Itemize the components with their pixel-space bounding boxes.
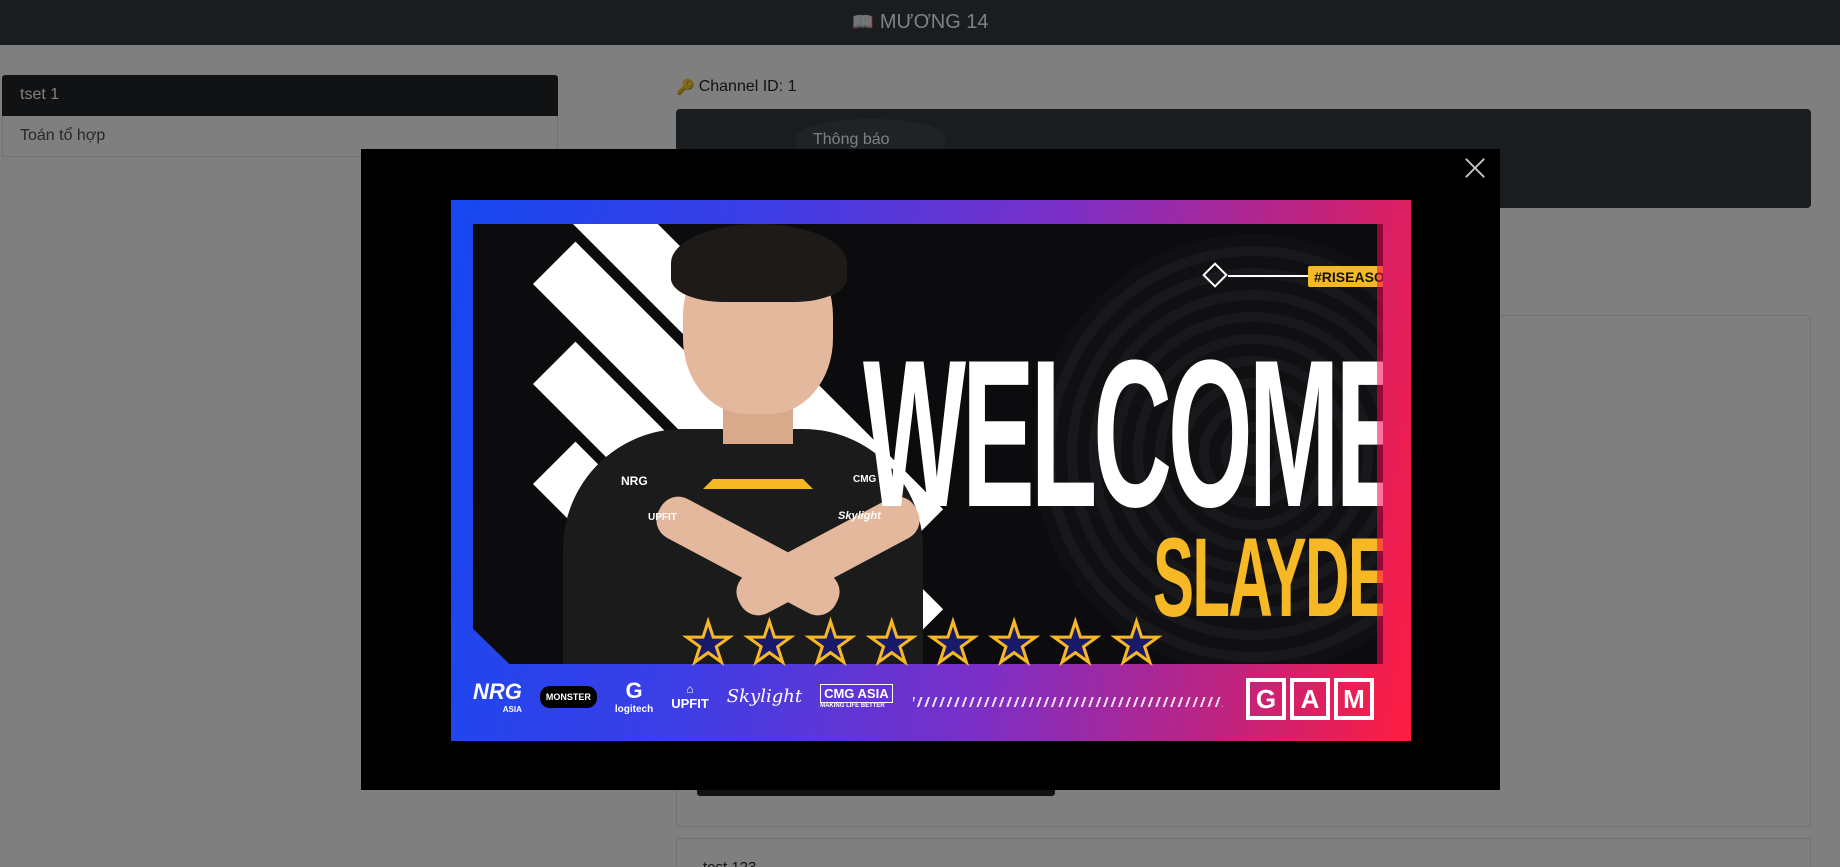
stars-row: ★ ★ ★ ★ ★ ★ ★ ★ <box>681 611 1163 674</box>
banner-dark-panel: NRG CMG ASIA UPFIT Skylight #RISEASONE W… <box>473 224 1383 664</box>
sponsor-monster-logo: MONSTER <box>539 685 597 708</box>
sponsor-cmg-sub: MAKING LIFE BETTER <box>820 702 885 709</box>
jersey-logo-nrg: NRG <box>621 474 648 488</box>
sponsor-upfit-text: UPFIT <box>671 696 709 711</box>
gam-letter: A <box>1290 678 1330 720</box>
star-icon: ★ <box>865 611 918 674</box>
jersey-logo-upfit: UPFIT <box>648 512 677 523</box>
star-icon: ★ <box>988 611 1041 674</box>
star-icon: ★ <box>804 611 857 674</box>
player-name-text: SLAYDER <box>1153 515 1411 640</box>
welcome-banner-image: NRG CMG ASIA UPFIT Skylight #RISEASONE W… <box>451 200 1411 741</box>
dash-pattern <box>913 697 1223 707</box>
gam-logo: G A M <box>1246 678 1374 720</box>
hashtag-line <box>1228 275 1308 277</box>
sponsor-strip: NRG ASIA MONSTER G logitech ⌂ UPFIT Skyl… <box>473 678 893 715</box>
close-icon[interactable] <box>1464 157 1486 179</box>
image-modal: NRG CMG ASIA UPFIT Skylight #RISEASONE W… <box>361 149 1500 790</box>
sponsor-logitech-logo: G logitech <box>614 678 654 715</box>
sponsor-nrg-sub: ASIA <box>502 705 522 714</box>
gam-letter: G <box>1246 678 1286 720</box>
star-icon: ★ <box>743 611 796 674</box>
player-hair <box>671 224 847 302</box>
star-icon: ★ <box>926 611 979 674</box>
hashtag-badge: #RISEASONE <box>1308 266 1383 287</box>
star-icon: ★ <box>1049 611 1102 674</box>
sponsor-logitech-text: logitech <box>614 704 654 715</box>
welcome-text: WELCOME <box>863 329 1383 539</box>
sponsor-nrg-logo: NRG ASIA <box>473 679 522 714</box>
gam-letter: M <box>1334 678 1374 720</box>
star-icon: ★ <box>681 611 734 674</box>
sponsor-cmg-logo: CMG ASIA MAKING LIFE BETTER <box>820 683 893 709</box>
sponsor-upfit-logo: ⌂ UPFIT <box>671 682 709 711</box>
star-icon: ★ <box>1110 611 1163 674</box>
sponsor-skylight-logo: Skylight <box>726 686 803 707</box>
